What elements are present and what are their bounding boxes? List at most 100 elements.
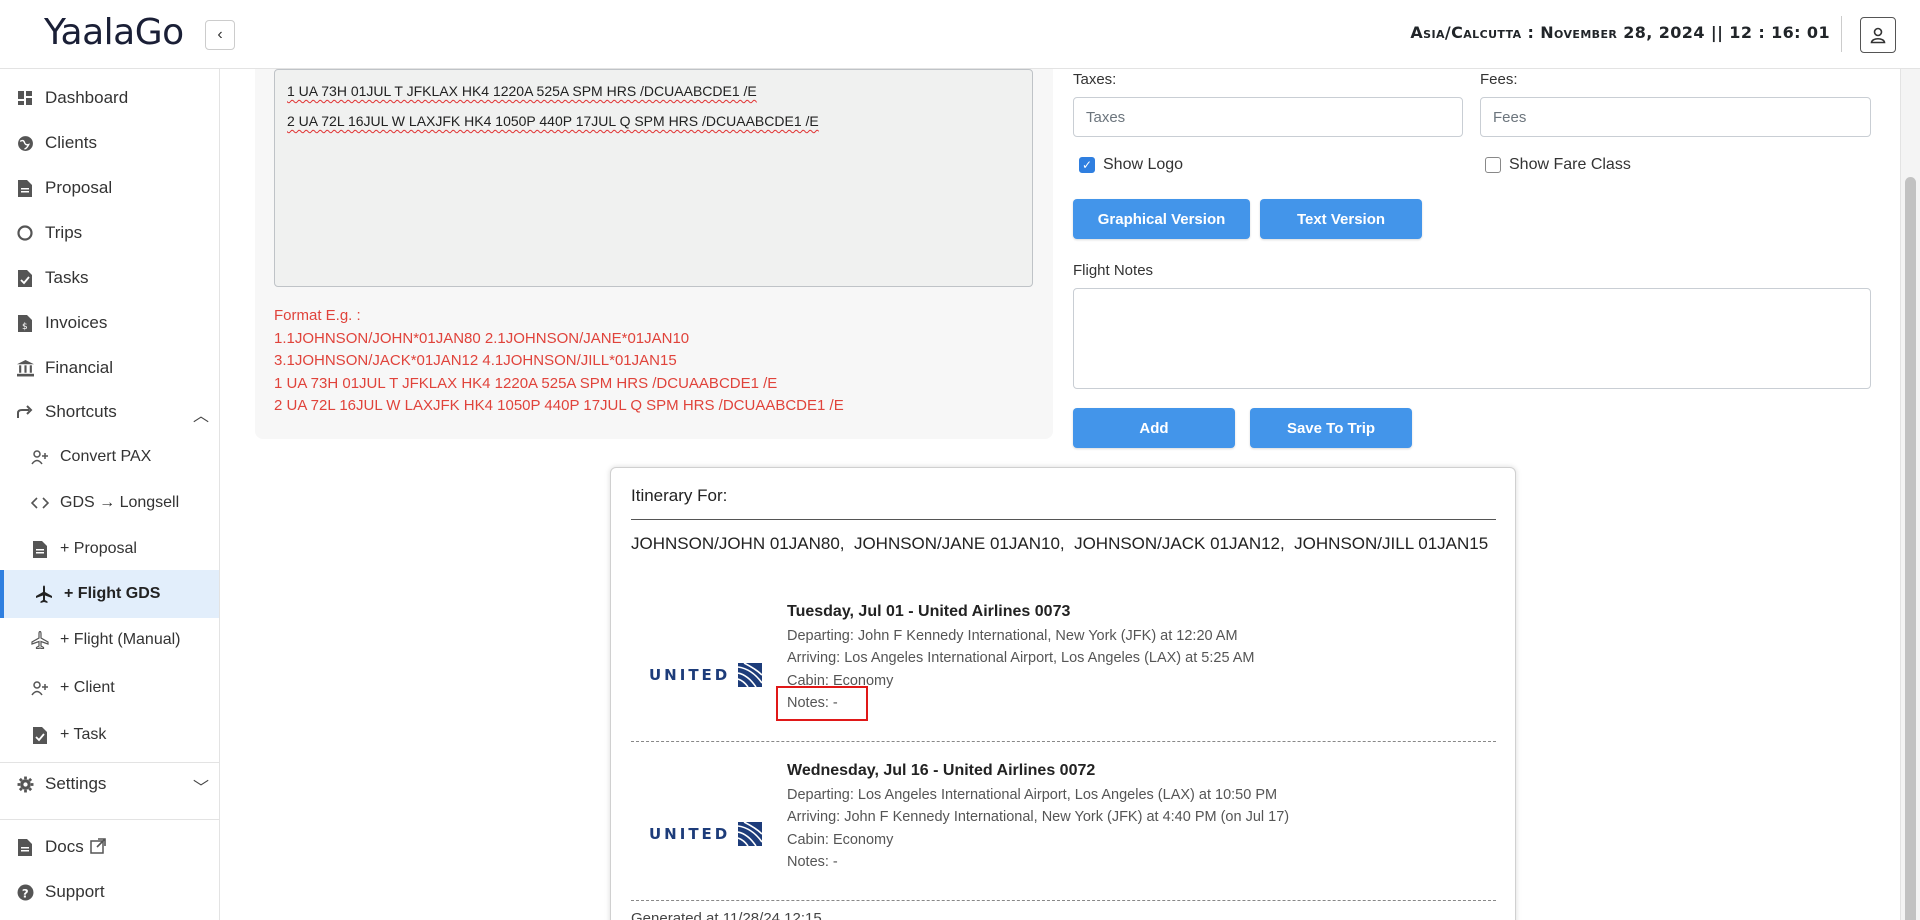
segment-title: Wednesday, Jul 16 - United Airlines 0072 bbox=[787, 762, 1096, 779]
segment-arriving: Arriving: Los Angeles International Airp… bbox=[787, 650, 1255, 666]
segment-departing: Departing: Los Angeles International Air… bbox=[787, 787, 1278, 803]
sidebar-item-label: + Task bbox=[60, 726, 107, 743]
sidebar-item-convert-pax[interactable]: Convert PAX bbox=[0, 435, 219, 479]
help-icon: ? bbox=[15, 882, 35, 902]
sidebar-item-invoices[interactable]: $ Invoices bbox=[0, 301, 219, 345]
app-logo[interactable]: YaalaGo bbox=[44, 12, 184, 53]
sidebar-item-add-proposal[interactable]: + Proposal bbox=[0, 527, 219, 571]
sidebar-item-label: Tasks bbox=[45, 268, 89, 287]
segment-title: Tuesday, Jul 01 - United Airlines 0073 bbox=[787, 603, 1071, 620]
segment-cabin: Cabin: Economy bbox=[787, 832, 894, 848]
sidebar-item-add-flight-gds[interactable]: + Flight GDS bbox=[0, 570, 219, 618]
sidebar-item-shortcuts[interactable]: Shortcuts ︿ bbox=[0, 390, 219, 434]
svg-text:?: ? bbox=[21, 886, 28, 900]
sidebar-item-add-task[interactable]: + Task bbox=[0, 713, 219, 757]
fees-label: Fees: bbox=[1480, 71, 1518, 88]
code-icon bbox=[30, 493, 50, 513]
sidebar-item-gds-longsell[interactable]: GDS → Longsell bbox=[0, 481, 219, 525]
passenger-list: JOHNSON/JOHN 01JAN80, JOHNSON/JANE 01JAN… bbox=[631, 534, 1489, 553]
clock-display: Asia/Calcutta : November 28, 2024 || 12 … bbox=[1410, 23, 1830, 42]
sidebar-item-trips[interactable]: Trips bbox=[0, 211, 219, 255]
show-logo-label: Show Logo bbox=[1103, 156, 1184, 173]
sidebar-item-label: Shortcuts bbox=[45, 402, 117, 421]
notes-highlight-box bbox=[776, 686, 868, 721]
united-globe-icon bbox=[738, 663, 763, 687]
task-check-icon bbox=[15, 268, 35, 288]
chevron-down-icon: ﹀ bbox=[192, 780, 209, 797]
user-menu-button[interactable] bbox=[1860, 17, 1896, 53]
globe-icon bbox=[15, 133, 35, 153]
gds-input[interactable]: 1 UA 73H 01JUL T JFKLAX HK4 1220A 525A S… bbox=[274, 69, 1033, 287]
airline-logo-text: UNITED bbox=[649, 666, 731, 684]
sidebar-item-clients[interactable]: Clients bbox=[0, 121, 219, 165]
sidebar-item-label: Financial bbox=[45, 358, 114, 377]
segment-notes: Notes: - bbox=[787, 854, 838, 870]
generated-timestamp: Generated at 11/28/24 12:15 bbox=[631, 910, 822, 920]
save-to-trip-button[interactable]: Save To Trip bbox=[1250, 408, 1412, 448]
sidebar-item-label: Dashboard bbox=[45, 88, 129, 107]
gds-line: 1 UA 73H 01JUL T JFKLAX HK4 1220A 525A S… bbox=[287, 83, 757, 99]
taxes-input[interactable] bbox=[1073, 97, 1463, 137]
format-title: Format E.g. : bbox=[274, 307, 361, 324]
sidebar-item-label: + Client bbox=[60, 679, 115, 696]
sidebar-item-financial[interactable]: Financial bbox=[0, 346, 219, 390]
add-button[interactable]: Add bbox=[1073, 408, 1235, 448]
show-fare-class-label: Show Fare Class bbox=[1509, 156, 1631, 173]
sidebar-item-label: Settings bbox=[45, 774, 107, 793]
show-fare-class-checkbox[interactable]: Show Fare Class bbox=[1485, 156, 1631, 174]
dashboard-icon bbox=[15, 88, 35, 108]
task-check-icon bbox=[30, 725, 50, 745]
text-version-button[interactable]: Text Version bbox=[1260, 199, 1422, 239]
sidebar-item-label: GDS → Longsell bbox=[60, 494, 180, 511]
gear-icon bbox=[15, 774, 35, 794]
sidebar-collapse-button[interactable]: ‹ bbox=[205, 20, 235, 50]
scrollbar-thumb[interactable] bbox=[1905, 177, 1916, 920]
format-line: 2 UA 72L 16JUL W LAXJFK HK4 1050P 440P 1… bbox=[274, 397, 844, 414]
segment-divider bbox=[631, 900, 1496, 901]
external-link-icon bbox=[90, 838, 106, 859]
sidebar-item-add-flight-manual[interactable]: + Flight (Manual) bbox=[0, 618, 219, 662]
gds-panel: 1 UA 73H 01JUL T JFKLAX HK4 1220A 525A S… bbox=[255, 69, 1053, 439]
show-logo-checkbox[interactable]: ✓ Show Logo bbox=[1079, 156, 1183, 174]
page-scrollbar[interactable] bbox=[1900, 69, 1920, 920]
top-bar: YaalaGo ‹ Asia/Calcutta : November 28, 2… bbox=[0, 0, 1920, 69]
svg-text:$: $ bbox=[22, 322, 28, 332]
taxes-label: Taxes: bbox=[1073, 71, 1117, 88]
sidebar-item-label: + Flight GDS bbox=[64, 585, 161, 602]
airplane-icon bbox=[34, 584, 54, 604]
itinerary-card: Itinerary For: JOHNSON/JOHN 01JAN80, JOH… bbox=[610, 467, 1516, 920]
title-divider bbox=[631, 519, 1496, 520]
chevron-left-icon: ‹ bbox=[217, 26, 223, 43]
airplane-icon bbox=[30, 630, 50, 650]
fees-input[interactable] bbox=[1480, 97, 1871, 137]
united-globe-icon bbox=[738, 822, 763, 846]
checkbox-empty-icon bbox=[1485, 157, 1501, 173]
checkmark-icon: ✓ bbox=[1079, 157, 1095, 173]
sidebar-item-proposal[interactable]: Proposal bbox=[0, 166, 219, 210]
sidebar-item-label: Clients bbox=[45, 133, 97, 152]
person-add-icon bbox=[30, 447, 50, 467]
document-icon bbox=[30, 539, 50, 559]
sidebar-item-label: Convert PAX bbox=[60, 448, 152, 465]
flight-options-form: Taxes: Fees: ✓ Show Logo Show Fare Class… bbox=[1073, 69, 1890, 469]
sidebar-item-support[interactable]: ? Support bbox=[0, 870, 219, 914]
sidebar-item-docs[interactable]: Docs bbox=[0, 825, 219, 869]
segment-departing: Departing: John F Kennedy International,… bbox=[787, 628, 1238, 644]
format-example: Format E.g. : 1.1JOHNSON/JOHN*01JAN80 2.… bbox=[274, 305, 844, 418]
sidebar-item-label: Docs bbox=[45, 837, 84, 856]
sidebar-item-add-client[interactable]: + Client bbox=[0, 666, 219, 710]
graphical-version-button[interactable]: Graphical Version bbox=[1073, 199, 1250, 239]
format-line: 1.1JOHNSON/JOHN*01JAN80 2.1JOHNSON/JANE*… bbox=[274, 329, 690, 347]
document-icon bbox=[15, 178, 35, 198]
sidebar-item-label: + Flight (Manual) bbox=[60, 631, 181, 648]
sidebar-item-settings[interactable]: Settings ﹀ bbox=[0, 762, 219, 806]
header-divider bbox=[1841, 16, 1842, 52]
sidebar-item-dashboard[interactable]: Dashboard bbox=[0, 76, 219, 120]
sidebar: Dashboard Clients Proposal Trips Tasks $… bbox=[0, 69, 220, 920]
sidebar-item-tasks[interactable]: Tasks bbox=[0, 256, 219, 300]
circle-icon bbox=[15, 223, 35, 243]
person-add-icon bbox=[30, 678, 50, 698]
chevron-up-icon: ︿ bbox=[192, 408, 209, 425]
airline-logo-text: UNITED bbox=[649, 825, 731, 843]
flight-notes-input[interactable] bbox=[1073, 288, 1871, 389]
